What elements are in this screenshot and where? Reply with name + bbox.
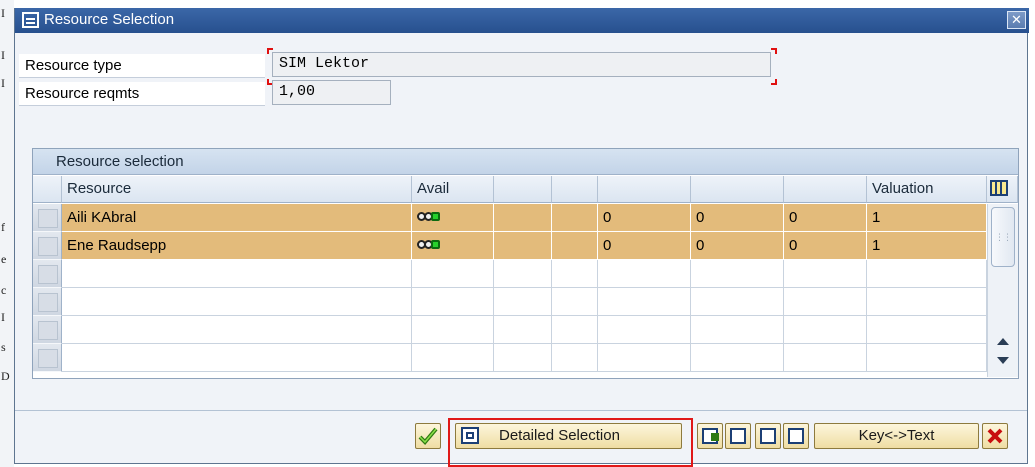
required-marker-tl xyxy=(267,48,273,54)
empty-cell xyxy=(552,232,598,260)
required-marker-tr xyxy=(771,48,777,54)
bg-glyph: e xyxy=(1,252,7,266)
select-button[interactable] xyxy=(725,423,751,449)
dialog-title: Resource Selection xyxy=(44,11,175,28)
find-button[interactable] xyxy=(755,423,781,449)
transfer-icon xyxy=(788,428,804,444)
column-settings-icon[interactable] xyxy=(990,180,1008,196)
avail-cell xyxy=(412,232,494,260)
scroll-up-icon[interactable] xyxy=(997,338,1009,345)
find-icon xyxy=(760,428,776,444)
resource-type-field[interactable]: SIM Lektor xyxy=(272,52,771,77)
row-selector[interactable] xyxy=(33,232,62,260)
bg-glyph: I xyxy=(1,76,5,90)
key-text-toggle-button[interactable]: Key<->Text xyxy=(814,423,979,449)
row-selector[interactable] xyxy=(33,260,62,288)
highlight-box xyxy=(448,418,693,467)
select-icon xyxy=(730,428,746,444)
bg-glyph: I xyxy=(1,310,5,324)
value-cell: 0 xyxy=(598,204,691,232)
bg-glyph: f xyxy=(1,220,5,234)
checkmark-icon xyxy=(418,427,438,445)
row-selector[interactable] xyxy=(33,288,62,316)
cancel-button[interactable] xyxy=(982,423,1008,449)
column-header-resource[interactable]: Resource xyxy=(62,176,412,203)
resource-reqmts-label: Resource reqmts xyxy=(19,82,265,106)
value-cell: 0 xyxy=(784,232,867,260)
required-marker-br xyxy=(771,79,777,85)
bg-glyph: c xyxy=(1,283,7,297)
vertical-scrollbar[interactable]: ⋮⋮ xyxy=(987,204,1018,377)
value-cell: 0 xyxy=(691,204,784,232)
bg-glyph: I xyxy=(1,6,5,20)
resource-cell: Aili KAbral xyxy=(62,204,412,232)
add-button[interactable] xyxy=(697,423,723,449)
value-cell: 0 xyxy=(784,204,867,232)
table-caption: Resource selection xyxy=(33,149,1018,175)
resource-selection-table: Resource selection Resource Avail Valuat… xyxy=(32,148,1019,379)
avail-cell xyxy=(412,204,494,232)
continue-button[interactable] xyxy=(415,423,441,449)
transfer-button[interactable] xyxy=(783,423,809,449)
scrollbar-thumb[interactable]: ⋮⋮ xyxy=(991,207,1015,267)
empty-cell xyxy=(552,204,598,232)
dialog-window-icon xyxy=(22,12,39,28)
resource-reqmts-field[interactable]: 1,00 xyxy=(272,80,391,105)
dialog-titlebar[interactable]: Resource Selection ✕ xyxy=(15,8,1029,33)
resource-cell: Ene Raudsepp xyxy=(62,232,412,260)
valuation-cell: 1 xyxy=(867,232,987,260)
empty-cell xyxy=(494,204,552,232)
scroll-down-icon[interactable] xyxy=(997,357,1009,364)
value-cell: 0 xyxy=(598,232,691,260)
column-header-blank[interactable] xyxy=(552,176,598,203)
close-icon[interactable]: ✕ xyxy=(1007,11,1026,29)
bg-glyph: s xyxy=(1,340,6,354)
select-all-header[interactable] xyxy=(33,176,62,203)
bg-glyph: I xyxy=(1,48,5,62)
column-header-valuation[interactable]: Valuation xyxy=(867,176,987,203)
valuation-cell: 1 xyxy=(867,204,987,232)
value-cell: 0 xyxy=(691,232,784,260)
row-selector[interactable] xyxy=(33,344,62,372)
traffic-light-icon xyxy=(417,203,440,230)
column-header-blank[interactable] xyxy=(691,176,784,203)
row-selector[interactable] xyxy=(33,316,62,344)
row-selector[interactable] xyxy=(33,204,62,232)
column-header-blank[interactable] xyxy=(494,176,552,203)
column-header-avail[interactable]: Avail xyxy=(412,176,494,203)
traffic-light-icon xyxy=(417,231,440,258)
empty-cell xyxy=(494,232,552,260)
background-window-edge: I I I f e c I s D xyxy=(0,0,14,467)
cancel-x-icon xyxy=(987,428,1003,444)
resource-type-label: Resource type xyxy=(19,54,265,78)
bg-glyph: D xyxy=(1,369,10,383)
column-header-blank[interactable] xyxy=(598,176,691,203)
column-header-blank[interactable] xyxy=(784,176,867,203)
resource-selection-dialog: Resource Selection ✕ Resource type SIM L… xyxy=(14,8,1029,464)
